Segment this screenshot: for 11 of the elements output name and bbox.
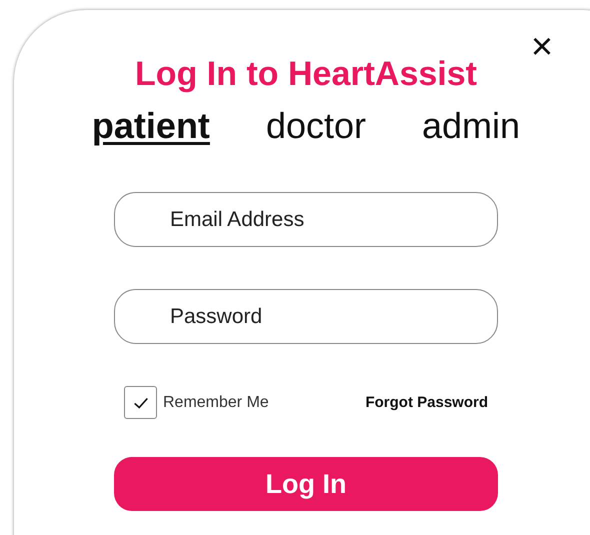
input-field[interactable]: Email Address [114, 192, 498, 247]
role-tab[interactable]: admin [422, 104, 520, 148]
close-button[interactable]: × [528, 30, 556, 64]
role-tab[interactable]: doctor [266, 104, 366, 148]
remember-checkbox[interactable] [124, 386, 157, 419]
remember-label: Remember Me [163, 394, 269, 412]
forgot-password-link[interactable]: Forgot Password [365, 394, 488, 411]
dialog-title: Log In to HeartAssist [135, 54, 477, 94]
input-field[interactable]: Password [114, 289, 498, 344]
login-button[interactable]: Log In [114, 457, 498, 511]
role-tab[interactable]: patient [92, 104, 210, 148]
